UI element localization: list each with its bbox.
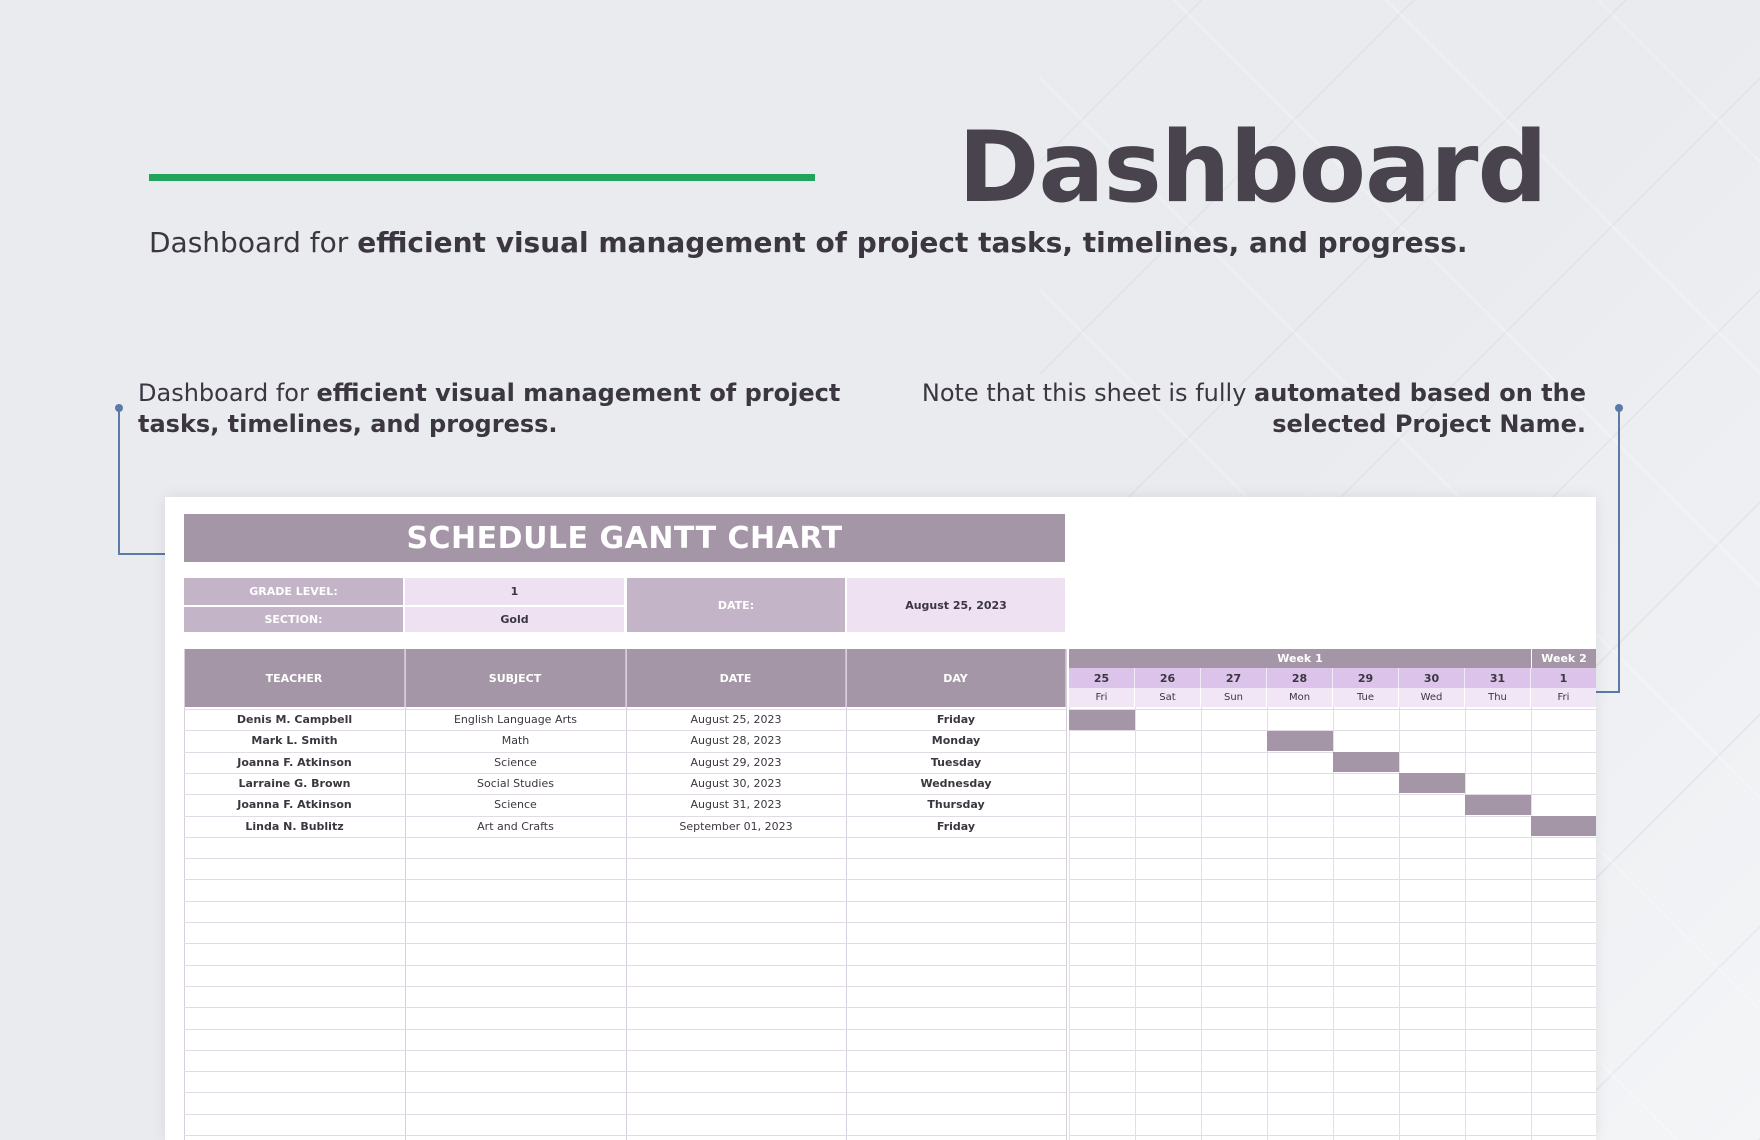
gantt-column-divider: [1135, 707, 1136, 1140]
col-header-teacher: TEACHER: [184, 649, 405, 707]
gantt-bar[interactable]: [1333, 752, 1399, 773]
table-cell-day[interactable]: Tuesday: [846, 752, 1066, 773]
table-cell-day[interactable]: Thursday: [846, 794, 1066, 815]
table-cell-day[interactable]: Wednesday: [846, 773, 1066, 794]
note-left-plain: Dashboard for: [138, 379, 317, 407]
gantt-day-number: 29: [1333, 668, 1399, 688]
col-header-day: DAY: [846, 649, 1066, 707]
table-cell-date[interactable]: August 25, 2023: [626, 709, 846, 730]
table-cell-subject[interactable]: Science: [405, 752, 626, 773]
table-cell-day[interactable]: Monday: [846, 730, 1066, 751]
gantt-day-name: Mon: [1267, 688, 1333, 707]
table-column-divider: [1066, 649, 1067, 1140]
gantt-day-number: 28: [1267, 668, 1333, 688]
gantt-day-number: 25: [1069, 668, 1135, 688]
table-row-divider: [184, 1071, 1066, 1073]
table-row-divider: [184, 985, 1066, 987]
table-row-divider: [184, 900, 1066, 902]
gantt-day-name: Thu: [1465, 688, 1531, 707]
table-cell-teacher[interactable]: Larraine G. Brown: [184, 773, 405, 794]
table-row-divider: [184, 836, 1066, 838]
table-cell-subject[interactable]: Math: [405, 730, 626, 751]
grade-value[interactable]: 1: [405, 578, 624, 605]
table-row-divider: [184, 1049, 1066, 1051]
table-cell-date[interactable]: August 30, 2023: [626, 773, 846, 794]
table-row-divider: [184, 922, 1066, 923]
date-value[interactable]: August 25, 2023: [847, 578, 1065, 632]
gantt-column-divider: [1465, 707, 1466, 1140]
subtitle-bold: efficient visual management of project t…: [357, 226, 1468, 259]
gantt-day-number: 30: [1399, 668, 1465, 688]
table-cell-date[interactable]: August 29, 2023: [626, 752, 846, 773]
note-right: Note that this sheet is fully automated …: [900, 378, 1586, 440]
spreadsheet: SCHEDULE GANTT CHART GRADE LEVEL: 1 SECT…: [165, 497, 1596, 1140]
gantt-column-divider: [1531, 707, 1532, 1140]
table-row-divider: [184, 858, 1066, 860]
gantt-day-name: Wed: [1399, 688, 1465, 707]
accent-line: [149, 174, 815, 181]
col-header-subject: SUBJECT: [405, 649, 626, 707]
table-row-divider: [184, 1135, 1066, 1136]
grade-label: GRADE LEVEL:: [184, 578, 403, 605]
gantt-day-number: 31: [1465, 668, 1531, 688]
gantt-day-number: 26: [1135, 668, 1201, 688]
table-cell-teacher[interactable]: Mark L. Smith: [184, 730, 405, 751]
table-row-divider: [184, 879, 1066, 881]
table-cell-teacher[interactable]: Linda N. Bublitz: [184, 816, 405, 837]
table-cell-teacher[interactable]: Joanna F. Atkinson: [184, 794, 405, 815]
subtitle-plain: Dashboard for: [149, 226, 358, 259]
gantt-bar[interactable]: [1531, 816, 1596, 836]
table-row-divider: [184, 943, 1066, 945]
gantt-column-divider: [1069, 707, 1070, 1140]
connector-left-vertical: [118, 408, 120, 554]
table-cell-date[interactable]: September 01, 2023: [626, 816, 846, 837]
gantt-day-name: Sat: [1135, 688, 1201, 707]
table-row-divider: [184, 1113, 1066, 1115]
gantt-column-divider: [1399, 707, 1400, 1140]
gantt-column-divider: [1201, 707, 1202, 1140]
gantt-day-name: Tue: [1333, 688, 1399, 707]
gantt-day-number: 1: [1531, 668, 1596, 688]
table-cell-subject[interactable]: Art and Crafts: [405, 816, 626, 837]
gantt-bar[interactable]: [1069, 709, 1135, 730]
table-cell-teacher[interactable]: Denis M. Campbell: [184, 709, 405, 730]
table-cell-subject[interactable]: Social Studies: [405, 773, 626, 794]
note-right-plain: Note that this sheet is fully: [921, 379, 1255, 407]
gantt-day-number: 27: [1201, 668, 1267, 688]
note-left: Dashboard for efficient visual managemen…: [138, 378, 858, 440]
section-label: SECTION:: [184, 607, 403, 632]
gantt-day-name: Fri: [1069, 688, 1135, 707]
page-title: Dashboard: [958, 111, 1548, 225]
connector-right-vertical: [1618, 408, 1620, 692]
sheet-banner: SCHEDULE GANTT CHART: [184, 514, 1065, 562]
table-row-divider: [184, 1028, 1066, 1030]
col-header-date: DATE: [626, 649, 846, 707]
page-subtitle: Dashboard for efficient visual managemen…: [149, 226, 1529, 259]
table-cell-day[interactable]: Friday: [846, 709, 1066, 730]
week-2-header: Week 2: [1532, 649, 1596, 668]
gantt-bar[interactable]: [1465, 794, 1531, 815]
week-1-header: Week 1: [1069, 649, 1531, 668]
table-cell-subject[interactable]: Science: [405, 794, 626, 815]
table-cell-date[interactable]: August 31, 2023: [626, 794, 846, 815]
table-cell-date[interactable]: August 28, 2023: [626, 730, 846, 751]
gantt-bar[interactable]: [1267, 730, 1333, 751]
table-cell-day[interactable]: Friday: [846, 816, 1066, 837]
gantt-column-divider: [1267, 707, 1268, 1140]
note-right-bold: automated based on the selected Project …: [1254, 379, 1586, 438]
table-cell-subject[interactable]: English Language Arts: [405, 709, 626, 730]
table-row-divider: [184, 964, 1066, 966]
section-value[interactable]: Gold: [405, 607, 624, 632]
gantt-bar[interactable]: [1399, 773, 1465, 794]
date-label: DATE:: [627, 578, 845, 632]
table-row-divider: [184, 1007, 1066, 1009]
table-row-divider: [184, 1092, 1066, 1094]
gantt-day-name: Fri: [1531, 688, 1596, 707]
table-cell-teacher[interactable]: Joanna F. Atkinson: [184, 752, 405, 773]
gantt-day-name: Sun: [1201, 688, 1267, 707]
